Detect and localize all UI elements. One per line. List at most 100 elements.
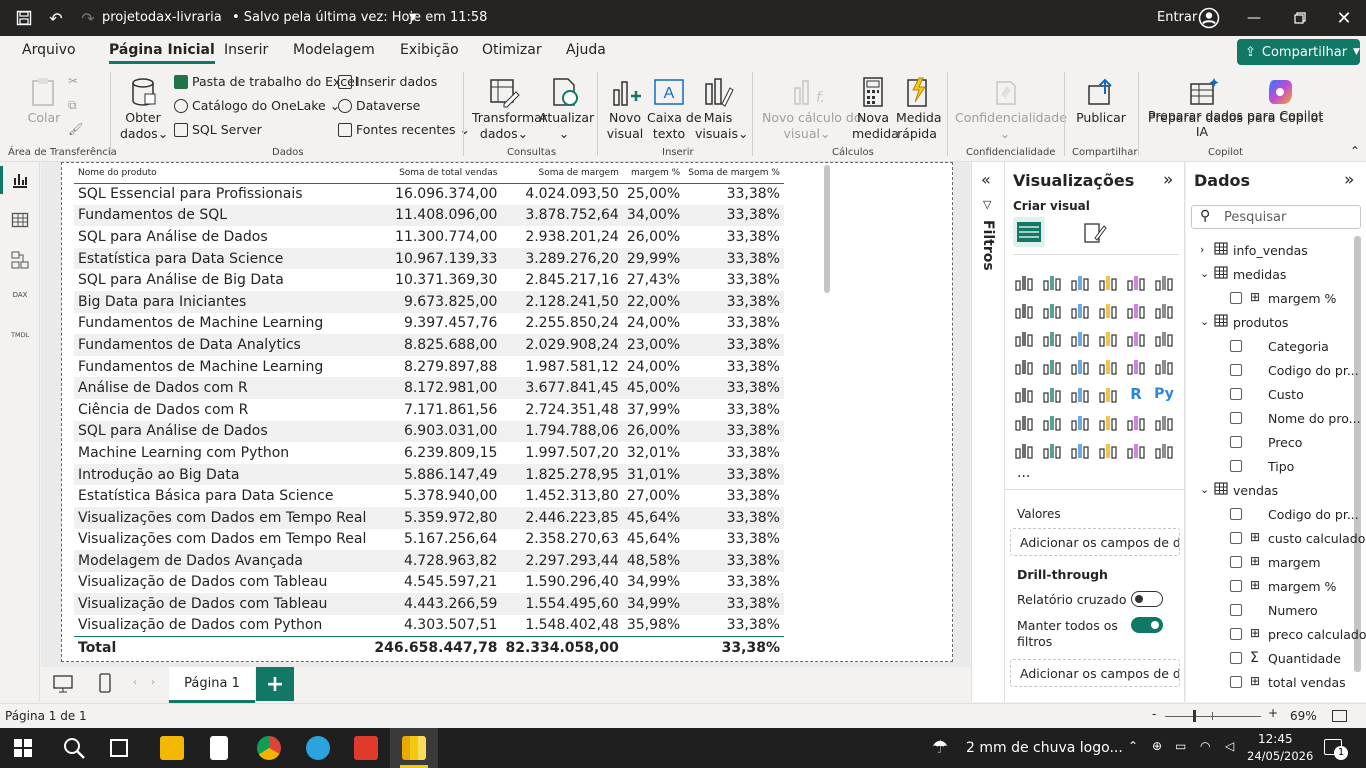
data-pane-scrollbar[interactable] bbox=[1354, 236, 1361, 672]
share-button[interactable]: ⇪ Compartilhar ▼ bbox=[1237, 39, 1360, 65]
copilot-button[interactable] bbox=[1262, 76, 1302, 110]
undo-icon[interactable]: ↶ bbox=[44, 6, 68, 30]
100-stacked-area-chart-icon[interactable] bbox=[1097, 300, 1119, 320]
field-checkbox[interactable] bbox=[1230, 652, 1242, 664]
table-row[interactable]: SQL Essencial para Profissionais 16.096.3… bbox=[74, 183, 784, 205]
values-drop-field[interactable]: Adicionar os campos de da... bbox=[1010, 528, 1180, 556]
key-influencers-icon[interactable] bbox=[1013, 412, 1035, 432]
data-field-item[interactable]: Custo bbox=[1268, 387, 1304, 402]
sensitivity-button[interactable]: Confidencialidade ⌄ bbox=[955, 76, 1067, 142]
data-table-item[interactable]: vendas bbox=[1233, 483, 1278, 498]
search-box[interactable]: ⚲ Pesquisar bbox=[1191, 205, 1361, 229]
new-visual-button[interactable]: Novo visual bbox=[604, 76, 646, 142]
keep-filters-toggle[interactable] bbox=[1131, 617, 1163, 633]
quick-measure-button[interactable]: Medida rápida bbox=[896, 76, 941, 142]
zoom-out-icon[interactable]: - bbox=[1152, 707, 1156, 721]
format-painter-icon[interactable]: 🖌 bbox=[68, 122, 83, 136]
refresh-button[interactable]: Atualizar ⌄ bbox=[539, 76, 594, 142]
new-visual-calculation-button[interactable]: fx Novo cálculo dovisual⌄ bbox=[762, 76, 862, 142]
format-visual-tab-icon[interactable] bbox=[1083, 220, 1107, 247]
filters-pane-collapsed[interactable]: « ▽ Filtros bbox=[971, 162, 1005, 702]
wifi-icon[interactable]: ◠ bbox=[1200, 739, 1210, 753]
table-row[interactable]: Fundamentos de Machine Learning 9.397.457… bbox=[74, 313, 784, 335]
field-checkbox[interactable] bbox=[1230, 580, 1242, 592]
table-visual[interactable]: Nome do produto Soma de total vendas Som… bbox=[61, 162, 953, 662]
dax-query-view-icon[interactable]: DAX bbox=[11, 291, 29, 309]
weather-text[interactable]: 2 mm de chuva logo... bbox=[966, 740, 1123, 756]
filled-map-icon[interactable] bbox=[1069, 356, 1091, 376]
title-dropdown-icon[interactable]: ▼ bbox=[409, 12, 417, 23]
anydesk-icon[interactable] bbox=[354, 736, 378, 760]
tab-exibicao[interactable]: Exibição bbox=[400, 42, 459, 58]
col-total-vendas[interactable]: Soma de total vendas bbox=[370, 163, 502, 184]
page-tab-1[interactable]: Página 1 bbox=[169, 667, 255, 703]
zoom-level[interactable]: 69% bbox=[1290, 709, 1317, 723]
data-field-item[interactable]: total vendas bbox=[1268, 675, 1346, 690]
data-field-item[interactable]: Categoria bbox=[1268, 339, 1329, 354]
collapse-data-icon[interactable]: » bbox=[1344, 170, 1354, 190]
field-checkbox[interactable] bbox=[1230, 364, 1242, 376]
clustered-bar-chart-icon[interactable] bbox=[1069, 272, 1091, 292]
card-icon[interactable] bbox=[1153, 356, 1175, 376]
stacked-column-chart-icon[interactable] bbox=[1041, 272, 1063, 292]
table-row[interactable]: Estatística Básica para Data Science 5.37… bbox=[74, 485, 784, 507]
drill-through-drop-field[interactable]: Adicionar os campos de dr... bbox=[1010, 659, 1180, 687]
zoom-in-icon[interactable]: + bbox=[1268, 706, 1278, 720]
windows-start-icon[interactable] bbox=[14, 739, 32, 760]
tab-modelagem[interactable]: Modelagem bbox=[293, 42, 375, 58]
data-field-item[interactable]: Preco bbox=[1268, 435, 1302, 450]
data-table-item[interactable]: info_vendas bbox=[1233, 243, 1308, 258]
data-table-item[interactable]: medidas bbox=[1233, 267, 1286, 282]
python-visual-icon[interactable]: Py bbox=[1153, 384, 1175, 404]
paginated-report-icon[interactable] bbox=[1125, 412, 1147, 432]
field-checkbox[interactable] bbox=[1230, 604, 1242, 616]
field-checkbox[interactable] bbox=[1230, 412, 1242, 424]
paste-button[interactable]: Colar bbox=[26, 76, 62, 126]
col-nome-produto[interactable]: Nome do produto bbox=[74, 163, 371, 184]
publish-button[interactable]: Publicar bbox=[1075, 76, 1127, 126]
100-stacked-column-chart-icon[interactable] bbox=[1153, 272, 1175, 292]
chevron-down-icon[interactable]: ⌄ bbox=[1200, 267, 1209, 280]
qa-visual-icon[interactable] bbox=[1069, 412, 1091, 432]
tab-arquivo[interactable]: Arquivo bbox=[22, 42, 76, 58]
account-icon[interactable] bbox=[1197, 6, 1221, 30]
notepad-icon[interactable] bbox=[210, 736, 228, 760]
tab-otimizar[interactable]: Otimizar bbox=[482, 42, 542, 58]
chrome-icon[interactable] bbox=[257, 736, 281, 760]
table-row[interactable]: Modelagem de Dados Avançada 4.728.963,82 2… bbox=[74, 550, 784, 572]
excel-workbook-button[interactable]: Pasta de trabalho do Excel bbox=[174, 74, 358, 89]
table-row[interactable]: Fundamentos de Machine Learning 8.279.897… bbox=[74, 356, 784, 378]
field-checkbox[interactable] bbox=[1230, 676, 1242, 688]
copy-icon[interactable]: ⧉ bbox=[68, 98, 77, 113]
table-row[interactable]: SQL para Análise de Dados 6.903.031,00 1.7… bbox=[74, 420, 784, 443]
save-icon[interactable] bbox=[12, 6, 36, 30]
table-row[interactable]: SQL para Análise de Big Data 10.371.369,3… bbox=[74, 269, 784, 291]
data-field-item[interactable]: custo calculado bbox=[1268, 531, 1365, 546]
table-row[interactable]: Visualizações com Dados em Tempo Real 5.1… bbox=[74, 529, 784, 551]
data-field-item[interactable]: margem % bbox=[1268, 579, 1336, 594]
ribbon-chart-icon[interactable] bbox=[1013, 328, 1035, 348]
field-checkbox[interactable] bbox=[1230, 556, 1242, 568]
decomposition-tree-icon[interactable] bbox=[1041, 412, 1063, 432]
volume-icon[interactable]: ◁ bbox=[1225, 739, 1234, 753]
table-row[interactable]: Machine Learning com Python 6.239.809,15 1… bbox=[74, 442, 784, 464]
data-field-item[interactable]: margem bbox=[1268, 555, 1321, 570]
zoom-slider[interactable] bbox=[1165, 716, 1261, 717]
data-field-item[interactable]: Tipo bbox=[1268, 459, 1294, 474]
gauge-icon[interactable] bbox=[1125, 356, 1147, 376]
prev-page-icon[interactable]: ‹ bbox=[133, 677, 137, 688]
power-automate-icon[interactable] bbox=[1041, 440, 1063, 460]
r-script-visual-icon[interactable]: R bbox=[1125, 384, 1147, 404]
image-icon[interactable] bbox=[1069, 440, 1091, 460]
fit-to-page-icon[interactable] bbox=[1332, 710, 1347, 722]
data-field-item[interactable]: preco calculado bbox=[1268, 627, 1366, 642]
data-field-item[interactable]: Codigo do pr... bbox=[1268, 507, 1359, 522]
field-checkbox[interactable] bbox=[1230, 388, 1242, 400]
mobile-layout-icon[interactable] bbox=[99, 673, 111, 696]
waterfall-chart-icon[interactable] bbox=[1041, 328, 1063, 348]
collapse-viz-icon[interactable]: » bbox=[1163, 170, 1173, 190]
table-row[interactable]: Fundamentos de Data Analytics 8.825.688,0… bbox=[74, 334, 784, 356]
field-checkbox[interactable] bbox=[1230, 532, 1242, 544]
desktop-layout-icon[interactable] bbox=[53, 675, 73, 696]
field-checkbox[interactable] bbox=[1230, 460, 1242, 472]
